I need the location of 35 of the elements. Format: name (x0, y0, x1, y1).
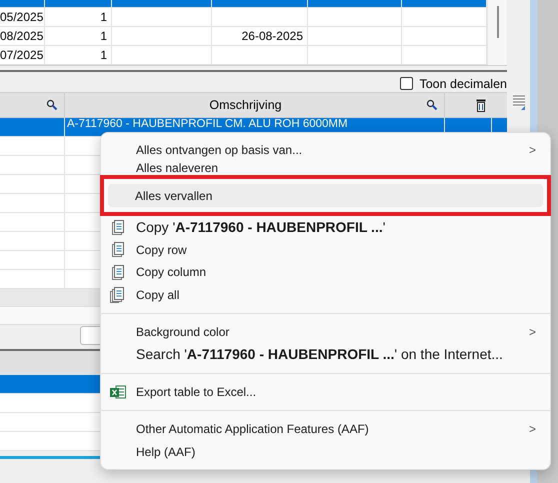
scrollbar[interactable] (487, 0, 507, 65)
menu-item[interactable]: Background color > (105, 320, 546, 344)
copy-icon (110, 220, 124, 236)
menu-item[interactable]: Help (AAF) (105, 440, 546, 463)
spreadsheet-icon (110, 384, 126, 399)
menu-item[interactable]: Copy 'A-7117960 - HAUBENPROFIL ...' (105, 216, 546, 238)
chevron-icon: > (528, 422, 536, 436)
search-icon[interactable] (46, 99, 58, 111)
copy-icon (110, 264, 124, 281)
column-header[interactable]: Omschrijving (65, 98, 426, 112)
table-row[interactable]: 05/2025 1 (0, 8, 487, 27)
copy-icon (110, 287, 124, 304)
chevron-icon: > (528, 324, 536, 339)
trash-icon[interactable] (476, 98, 486, 112)
menu-item[interactable]: Search 'A-7117960 - HAUBENPROFIL ...' on the Internet... (105, 343, 546, 366)
menu-item[interactable]: Copy column (105, 260, 546, 284)
menu-item[interactable]: Alles vervallen (100, 175, 551, 216)
table-row[interactable] (0, 0, 487, 8)
menu-icon[interactable] (512, 94, 526, 110)
menu-item[interactable]: Other Automatic Application Features (AAF) > (105, 418, 546, 440)
checkbox[interactable] (400, 77, 414, 90)
search-icon[interactable] (426, 99, 438, 111)
menu-item[interactable]: Export table to Excel... (105, 380, 546, 404)
menu-item[interactable]: Copy all (105, 283, 546, 306)
scrollbar-thumb[interactable] (497, 6, 499, 38)
checkbox-label: Toon decimalen (419, 76, 507, 90)
menu-item[interactable]: Copy row (105, 238, 546, 261)
chevron-icon: > (528, 143, 536, 158)
table-row[interactable]: 07/2025 1 (0, 46, 487, 65)
menu-item[interactable]: Alles ontvangen op basis van... > (105, 139, 546, 162)
menu-item[interactable]: Alles naleveren (105, 161, 546, 176)
copy-icon (110, 242, 124, 258)
table-cell: 07/2025 (0, 46, 45, 65)
table-cell: 1 (45, 46, 112, 65)
table-row[interactable]: 08/2025 1 26-08-2025 (0, 27, 487, 46)
